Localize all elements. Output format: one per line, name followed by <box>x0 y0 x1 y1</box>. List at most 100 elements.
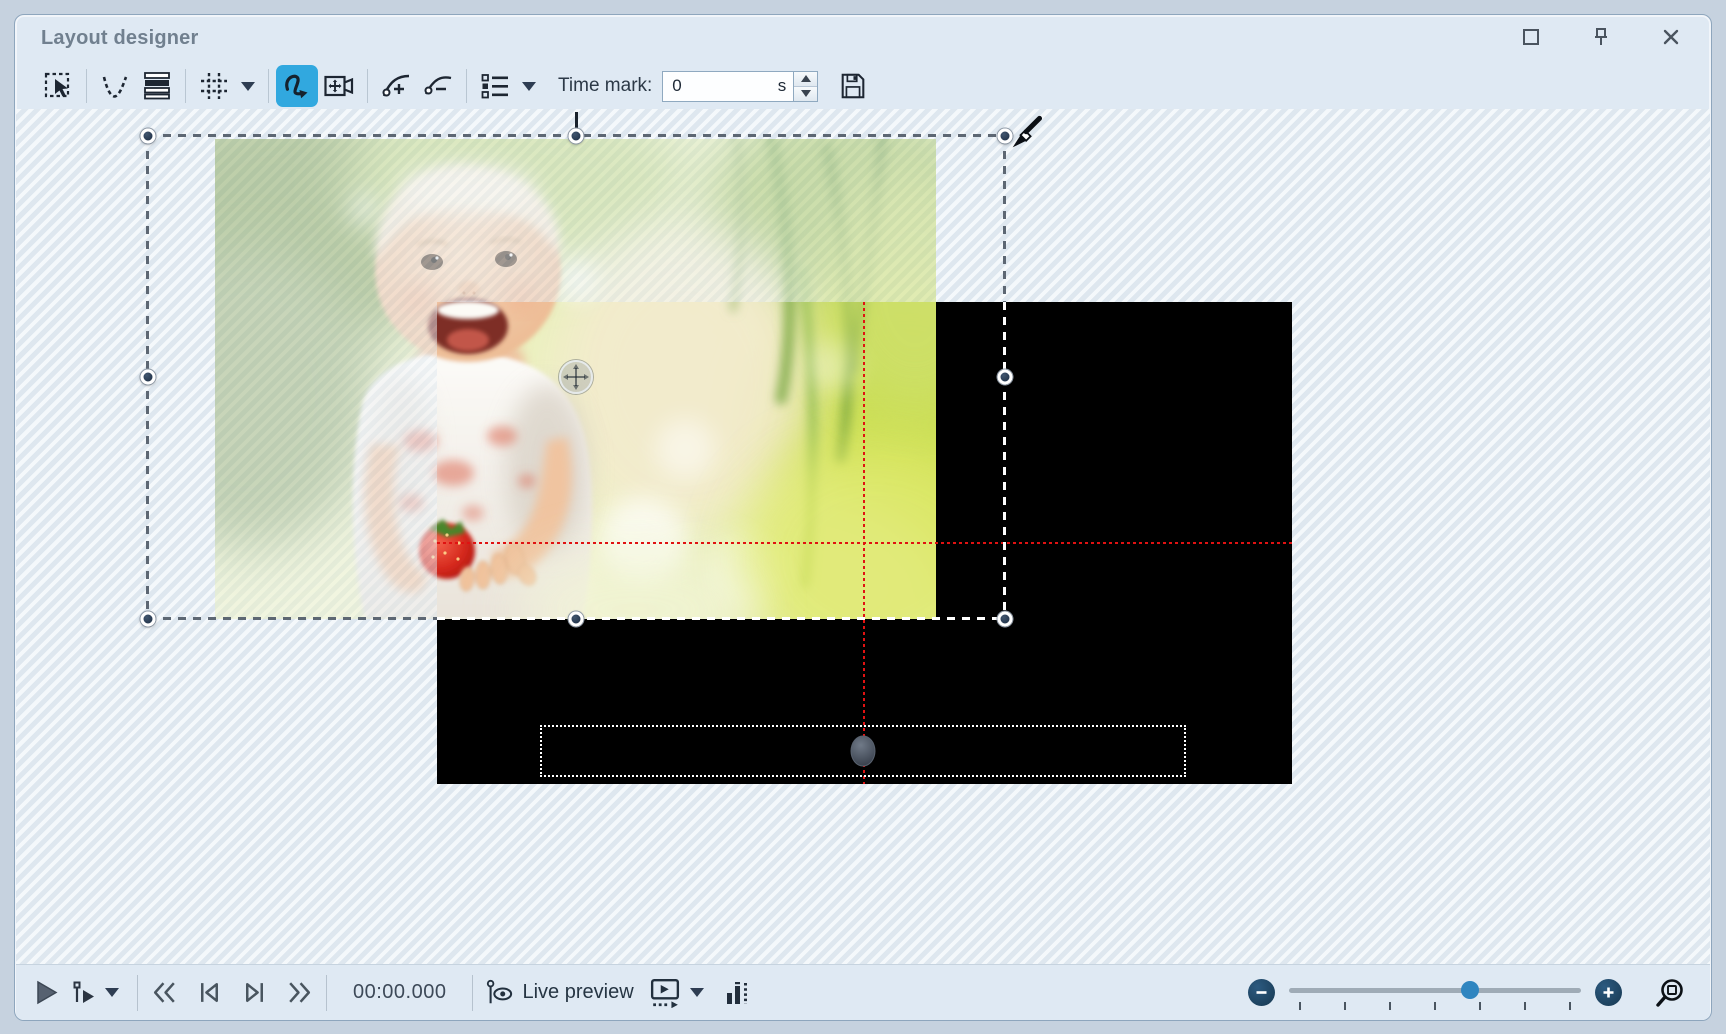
render-stats-icon <box>724 979 752 1007</box>
seek-start-button[interactable] <box>150 978 179 1007</box>
rotation-stem <box>575 112 578 129</box>
layers-icon <box>141 70 173 102</box>
play-options-dropdown[interactable] <box>105 988 119 997</box>
brush-cursor-icon <box>1006 115 1044 153</box>
maximize-icon <box>1520 26 1542 48</box>
minus-icon <box>1255 986 1268 999</box>
zoom-slider[interactable] <box>1289 976 1581 1010</box>
time-display: 00:00.000 <box>353 981 446 1004</box>
toolbar-separator <box>86 69 87 103</box>
seek-prev-button[interactable] <box>195 978 224 1007</box>
transport-bar: 00:00.000 Live preview <box>16 964 1710 1020</box>
spinner-up-icon <box>801 75 811 82</box>
time-mark-input[interactable] <box>670 75 774 97</box>
add-point-button[interactable] <box>375 65 417 107</box>
time-mark-unit: s <box>778 76 787 96</box>
selection-edge-right-lower[interactable] <box>1003 302 1006 619</box>
handle-bottom-left[interactable] <box>141 612 156 627</box>
transport-separator <box>326 975 327 1011</box>
grid-dropdown[interactable] <box>241 82 255 91</box>
zoom-slider-thumb[interactable] <box>1461 981 1479 999</box>
maximize-button[interactable] <box>1517 23 1545 51</box>
selection-edge-bottom-left[interactable] <box>148 617 437 620</box>
titlebar: Layout designer <box>15 15 1711 61</box>
seek-prev-icon <box>195 978 224 1007</box>
preview-mode-dropdown[interactable] <box>690 988 704 997</box>
play-from-mark-button[interactable] <box>71 980 97 1006</box>
move-arrows-icon <box>563 364 589 390</box>
toolbar-separator <box>367 69 368 103</box>
zoom-slider-ticks <box>1299 1002 1571 1010</box>
move-handle[interactable] <box>559 360 593 394</box>
spinner-down-button[interactable] <box>794 86 817 101</box>
layout-canvas[interactable] <box>16 109 1710 965</box>
list-icon <box>479 70 511 102</box>
frame-pan-zoom-button[interactable] <box>318 65 360 107</box>
image-in-frame <box>437 302 936 619</box>
live-preview-icon <box>485 979 513 1007</box>
transport-separator <box>137 975 138 1011</box>
frame-order-button[interactable] <box>136 65 178 107</box>
handle-bottom-right[interactable] <box>998 612 1013 627</box>
save-layout-button[interactable] <box>832 65 874 107</box>
center-guide-horizontal <box>437 542 1292 544</box>
text-frame-handle[interactable] <box>851 736 876 767</box>
trajectory-icon <box>280 69 314 103</box>
time-mark-control: s <box>662 71 818 102</box>
play-button[interactable] <box>32 979 59 1006</box>
pin-button[interactable] <box>1587 23 1615 51</box>
transport-separator <box>472 975 473 1011</box>
spinner-up-button[interactable] <box>794 72 817 86</box>
preview-mode-icon <box>650 978 680 1008</box>
seek-end-button[interactable] <box>285 978 314 1007</box>
baby-photo <box>437 302 936 619</box>
handle-top-left[interactable] <box>141 129 156 144</box>
pin-icon <box>1590 26 1612 48</box>
zoom-in-button[interactable] <box>1595 979 1622 1006</box>
camera-frame-icon <box>323 70 355 102</box>
time-mark-label: Time mark: <box>558 75 652 97</box>
play-icon <box>32 979 59 1006</box>
zoom-slider-track[interactable] <box>1289 988 1581 993</box>
frame-list-dropdown[interactable] <box>522 82 536 91</box>
window-title: Layout designer <box>41 27 198 50</box>
select-frames-button[interactable] <box>37 65 79 107</box>
handle-mid-left[interactable] <box>141 370 156 385</box>
play-from-mark-icon <box>71 980 97 1006</box>
toolbar-separator <box>466 69 467 103</box>
edit-curve-button[interactable] <box>94 65 136 107</box>
magnifier-fit-icon <box>1654 977 1686 1009</box>
toolbar-separator <box>185 69 186 103</box>
live-preview-toggle[interactable]: Live preview <box>485 979 633 1007</box>
live-preview-label: Live preview <box>522 981 633 1004</box>
grid-button[interactable] <box>193 65 235 107</box>
window-controls <box>1517 23 1685 51</box>
toolbar-separator <box>268 69 269 103</box>
seek-next-icon <box>240 978 269 1007</box>
handle-bottom-mid[interactable] <box>569 612 584 627</box>
remove-point-icon <box>422 70 454 102</box>
seek-next-button[interactable] <box>240 978 269 1007</box>
render-stats-button[interactable] <box>724 979 752 1007</box>
seek-end-icon <box>285 978 314 1007</box>
plus-icon <box>1602 986 1615 999</box>
selection-edge-bottom-right[interactable] <box>437 617 1005 620</box>
add-point-icon <box>380 70 412 102</box>
close-button[interactable] <box>1657 23 1685 51</box>
frame-list-button[interactable] <box>474 65 516 107</box>
remove-point-button[interactable] <box>417 65 459 107</box>
layout-designer-window: Layout designer <box>14 14 1712 1021</box>
preview-mode-button[interactable] <box>650 978 680 1008</box>
selection-edge-right-upper[interactable] <box>1003 136 1006 302</box>
seek-start-icon <box>150 978 179 1007</box>
zoom-controls <box>1248 976 1694 1010</box>
fit-to-window-button[interactable] <box>1654 977 1686 1009</box>
handle-top-mid[interactable] <box>569 129 584 144</box>
select-tool-icon <box>42 70 74 102</box>
toolbar: Time mark: s <box>37 61 874 111</box>
curve-icon <box>99 70 131 102</box>
time-mark-box: s <box>662 71 794 102</box>
handle-mid-right[interactable] <box>998 370 1013 385</box>
trajectory-button[interactable] <box>276 65 318 107</box>
zoom-out-button[interactable] <box>1248 979 1275 1006</box>
